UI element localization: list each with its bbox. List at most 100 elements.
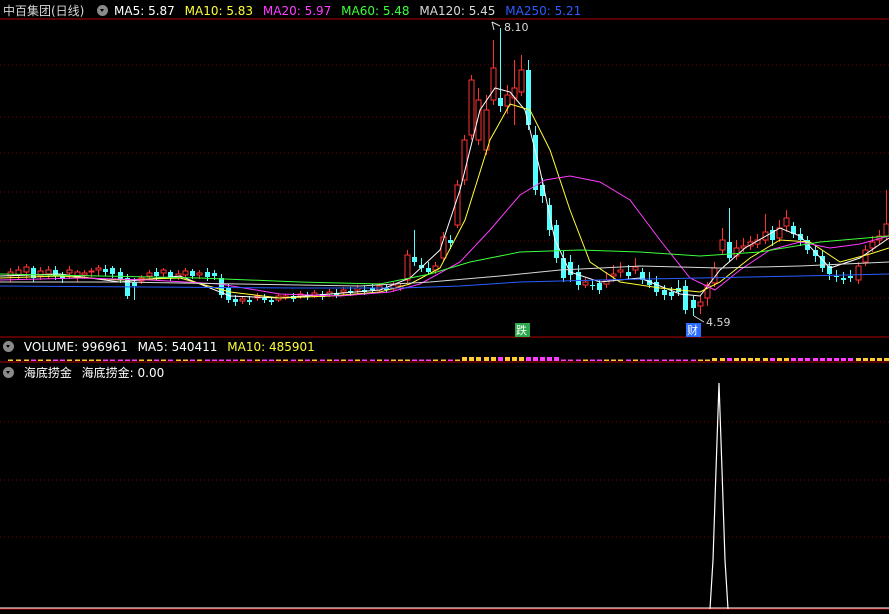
candle [526,60,531,130]
candle [791,222,796,238]
volume-bar [820,358,825,361]
volume-bar [205,359,210,361]
candle [582,278,589,288]
candle [719,228,726,254]
volume-bar [813,358,818,361]
price-grid [0,64,889,538]
volume-bar [38,359,43,361]
candle [53,266,58,280]
candle [262,294,267,303]
candle [855,262,862,284]
ma120-line [0,261,889,287]
volume-bar [583,359,588,361]
candle [95,265,102,276]
candle [226,284,231,303]
volume-bar [190,359,195,361]
volume-bar [462,357,467,361]
volume-bar [262,359,267,361]
fall-signal-label: 跌 [516,323,527,337]
volume-bar [870,358,875,361]
volume-bar [103,359,108,361]
candle [820,250,825,272]
volume-bar [8,359,13,361]
volume-bar [46,359,51,361]
volume-bar [82,359,87,361]
candle [498,28,503,112]
volume-bar [433,359,438,361]
volume-bar [683,359,688,361]
volume-bar [405,359,410,361]
volume-bar [512,357,517,361]
volume-bar [791,358,796,361]
candle [697,296,704,314]
volume-bar [391,359,396,361]
candle [883,190,889,240]
volume-bar [455,359,460,361]
volume-bar [568,359,573,361]
candle [160,268,167,278]
volume-bar [197,359,202,361]
volume-bar [877,358,882,361]
volume-bar [276,359,281,361]
volume-bar [183,359,188,361]
volume-bar [154,359,159,361]
volume-bar [269,359,274,361]
volume-bar [748,358,753,361]
volume-bar [755,358,760,361]
kline-chart-canvas[interactable]: 8.10 4.59 跌 财 [0,0,889,614]
volume-bar [132,359,137,361]
volume-bar [491,357,496,361]
candle [554,220,559,263]
volume-bar [312,359,317,361]
volume-bar [834,358,839,361]
volume-bar [362,359,367,361]
volume-bar [161,359,166,361]
volume-bar [727,358,732,361]
volume-bar [67,359,72,361]
volume-bar [604,359,609,361]
volume-bar [334,359,339,361]
high-price-marker: 8.10 [491,21,529,34]
volume-bar [597,359,602,361]
moving-average-lines [0,87,889,299]
volume-bar [283,359,288,361]
volume-bar [419,359,424,361]
volume-bar [355,359,360,361]
candle [118,268,123,283]
candle [205,268,210,281]
volume-bar [770,358,775,361]
volume-bar [384,359,389,361]
volume-bar [96,359,101,361]
volume-bar [647,359,652,361]
volume-bar [31,359,36,361]
volume-bar [805,358,810,361]
cai-signal-tag: 财 [686,323,701,337]
volume-bar [734,358,739,361]
candle [834,270,839,282]
candle [168,270,173,281]
volume-bar [554,357,559,361]
volume-bar [348,359,353,361]
volume-bar [576,359,581,361]
volume-bar [75,359,80,361]
volume-bar [305,359,310,361]
volume-bar [798,358,803,361]
volume-bar [741,358,746,361]
candle [691,296,696,316]
volume-bar [484,357,489,361]
volume-bar [341,359,346,361]
volume-bar [118,359,123,361]
volume-bar [320,359,325,361]
volume-bar [763,358,768,361]
volume-bar [89,359,94,361]
candle [640,268,645,284]
candle [776,220,783,242]
volume-bar [841,358,846,361]
volume-bar [147,359,152,361]
volume-bar [618,359,623,361]
candle [132,278,137,300]
volume-bar [540,357,545,361]
ma10-line [0,103,889,299]
volume-bar [827,358,832,361]
high-price-label: 8.10 [504,21,529,34]
